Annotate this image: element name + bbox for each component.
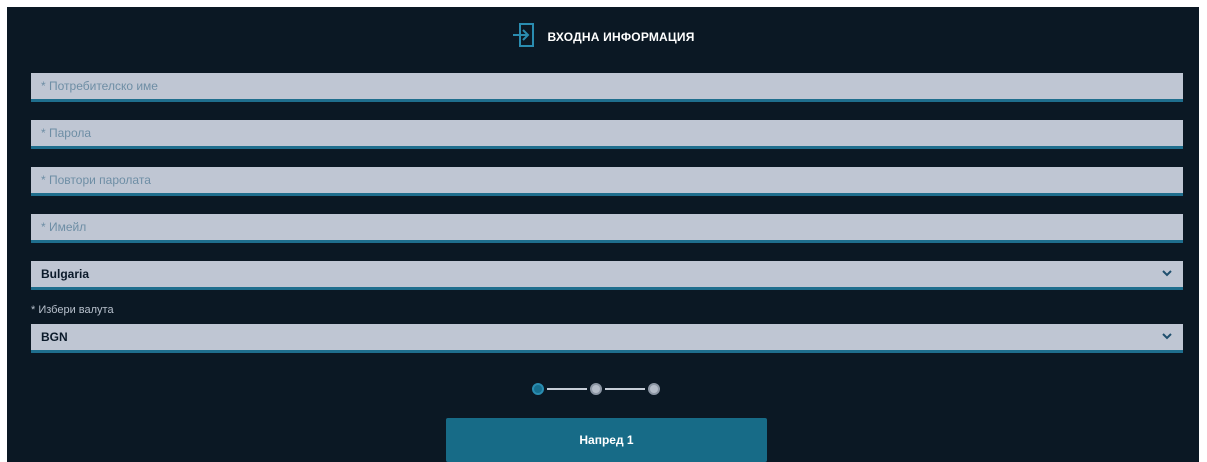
repeat-password-input[interactable] bbox=[31, 167, 1183, 193]
chevron-down-icon bbox=[1161, 330, 1173, 345]
username-input[interactable] bbox=[31, 73, 1183, 99]
next-button[interactable]: Напред 1 bbox=[446, 418, 767, 462]
currency-label: * Избери валута bbox=[31, 304, 114, 316]
step-2-indicator bbox=[590, 383, 602, 395]
section-header: ВХОДНА ИНФОРМАЦИЯ bbox=[7, 19, 1199, 55]
currency-select-field: BGN bbox=[31, 324, 1183, 353]
password-field bbox=[31, 120, 1183, 149]
country-select-field: Bulgaria bbox=[31, 261, 1183, 290]
progress-stepper bbox=[532, 381, 660, 397]
username-field bbox=[31, 73, 1183, 102]
country-select-value: Bulgaria bbox=[41, 267, 90, 281]
step-connector bbox=[605, 388, 645, 390]
step-1-indicator bbox=[532, 383, 544, 395]
email-input[interactable] bbox=[31, 214, 1183, 240]
email-field bbox=[31, 214, 1183, 243]
step-connector bbox=[547, 388, 587, 390]
section-title: ВХОДНА ИНФОРМАЦИЯ bbox=[547, 30, 695, 44]
currency-select-value: BGN bbox=[41, 330, 68, 344]
login-door-icon bbox=[511, 22, 537, 53]
step-3-indicator bbox=[648, 383, 660, 395]
currency-select[interactable]: BGN bbox=[31, 324, 1183, 350]
chevron-down-icon bbox=[1161, 267, 1173, 282]
registration-panel: ВХОДНА ИНФОРМАЦИЯ Bulgaria * Избери валу… bbox=[7, 7, 1199, 462]
country-select[interactable]: Bulgaria bbox=[31, 261, 1183, 287]
password-input[interactable] bbox=[31, 120, 1183, 146]
repeat-password-field bbox=[31, 167, 1183, 196]
